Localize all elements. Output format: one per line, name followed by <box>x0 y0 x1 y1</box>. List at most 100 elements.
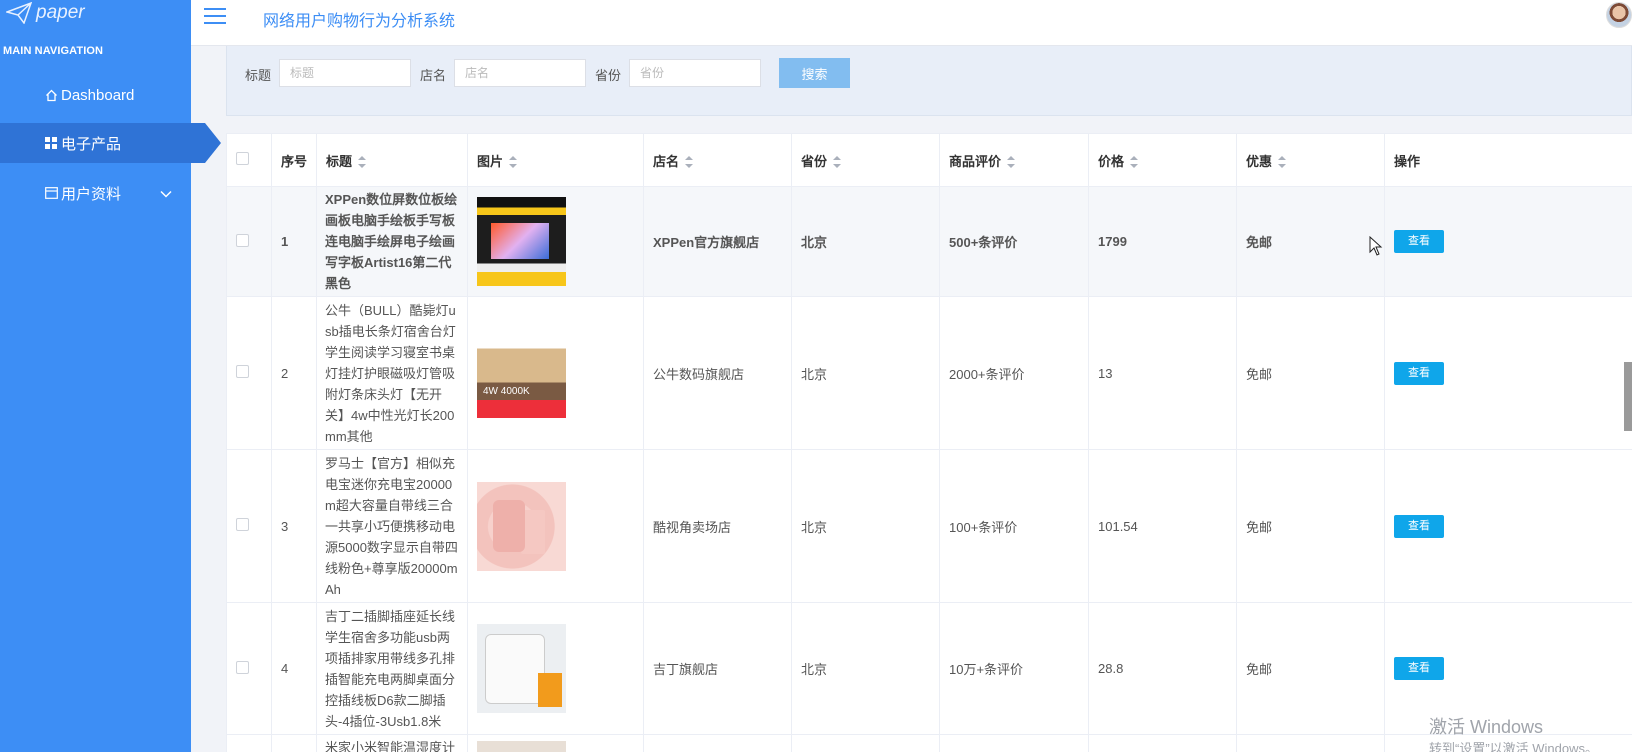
province: 北京 <box>791 449 940 603</box>
title-filter-label: 标题 <box>245 68 272 83</box>
nav-header: MAIN NAVIGATION <box>3 45 104 57</box>
view-button[interactable]: 查看 <box>1394 230 1444 253</box>
search-button[interactable]: 搜索 <box>779 58 850 88</box>
product-title: 公牛（BULL）酷毙灯usb插电长条灯宿舍台灯学生阅读学习寝室书桌灯挂灯护眼磁吸… <box>316 296 468 450</box>
column-header-price[interactable]: 价格 <box>1088 133 1237 187</box>
shop-name: 吉丁旗舰店 <box>643 602 792 735</box>
product-image <box>477 624 566 713</box>
product-image <box>477 481 566 571</box>
select-all-checkbox[interactable] <box>236 152 249 165</box>
chevron-down-icon <box>160 185 172 202</box>
table-row[interactable]: 4 吉丁二插脚插座延长线学生宿舍多功能usb两项插排家用带线多孔排插智能充电两脚… <box>226 602 1632 735</box>
product-title: 罗马士【官方】相似充电宝迷你充电宝20000m超大容量自带线三合一共享小巧便携移… <box>316 449 468 603</box>
sort-icon[interactable] <box>358 156 367 169</box>
column-header-shop[interactable]: 店名 <box>643 133 792 187</box>
province: 北京 <box>791 602 940 735</box>
row-number: 3 <box>271 449 317 603</box>
paper-plane-icon <box>6 2 32 24</box>
row-number: 4 <box>271 602 317 735</box>
discount: 免邮 <box>1236 296 1385 450</box>
province-filter-input[interactable] <box>629 59 761 87</box>
row-checkbox[interactable] <box>236 365 249 378</box>
sidebar-item-user-profile[interactable]: 用户资料 <box>0 173 191 213</box>
sort-icon[interactable] <box>833 156 842 169</box>
row-checkbox[interactable] <box>236 660 249 674</box>
price: 1799 <box>1088 186 1237 297</box>
mouse-cursor-icon <box>1369 236 1383 256</box>
sidebar: paper MAIN NAVIGATION Dashboard 电子产品 用户资… <box>0 0 221 752</box>
review-count <box>939 734 1089 752</box>
card-icon <box>44 186 58 200</box>
price: 28.8 <box>1088 602 1237 735</box>
province-filter-label: 省份 <box>595 68 622 83</box>
home-icon <box>44 88 58 102</box>
sidebar-item-label: 电子产品 <box>61 135 122 153</box>
table-row[interactable]: 3 罗马士【官方】相似充电宝迷你充电宝20000m超大容量自带线三合一共享小巧便… <box>226 449 1632 603</box>
province: 北京 <box>791 186 940 297</box>
product-image <box>477 328 566 418</box>
province <box>791 734 940 752</box>
product-image <box>477 197 566 286</box>
sort-icon[interactable] <box>685 156 694 169</box>
top-header: 网络用户购物行为分析系统 <box>191 0 1632 46</box>
column-header-no: 序号 <box>271 133 317 187</box>
view-button[interactable]: 查看 <box>1394 514 1444 538</box>
sidebar-item-electronics[interactable]: 电子产品 <box>0 123 221 163</box>
view-button[interactable]: 查看 <box>1394 361 1444 385</box>
review-count: 10万+条评价 <box>939 602 1089 735</box>
column-header-province[interactable]: 省份 <box>791 133 940 187</box>
product-table: 序号 标题 图片 店名 省份 商品评价 价格 优惠 操作 1 XPPen数位屏数… <box>226 133 1632 752</box>
product-title: XPPen数位屏数位板绘画板电脑手绘板手写板连电脑手绘屏电子绘画写字板Artis… <box>316 186 468 297</box>
table-row[interactable]: 1 XPPen数位屏数位板绘画板电脑手绘板手写板连电脑手绘屏电子绘画写字板Art… <box>226 186 1632 297</box>
column-header-title[interactable]: 标题 <box>316 133 468 187</box>
row-checkbox[interactable] <box>236 233 249 247</box>
sort-icon[interactable] <box>1278 156 1287 169</box>
menu-toggle-icon[interactable] <box>204 8 226 24</box>
app-logo[interactable]: paper <box>6 0 85 26</box>
grid-icon <box>44 136 58 150</box>
table-row[interactable]: 米家小米智能温湿度计3 <box>226 734 1632 752</box>
table-header-row: 序号 标题 图片 店名 省份 商品评价 价格 优惠 操作 <box>226 133 1632 187</box>
page-title: 网络用户购物行为分析系统 <box>263 13 456 30</box>
discount: 免邮 <box>1236 186 1385 297</box>
sort-icon[interactable] <box>1007 156 1016 169</box>
price: 101.54 <box>1088 449 1237 603</box>
product-image <box>477 741 566 752</box>
avatar[interactable] <box>1606 2 1632 28</box>
row-number: 2 <box>271 296 317 450</box>
review-count: 100+条评价 <box>939 449 1089 603</box>
column-header-reviews[interactable]: 商品评价 <box>939 133 1089 187</box>
product-title: 吉丁二插脚插座延长线学生宿舍多功能usb两项插排家用带线多孔排插智能充电两脚桌面… <box>316 602 468 735</box>
discount: 免邮 <box>1236 449 1385 603</box>
province: 北京 <box>791 296 940 450</box>
shop-name <box>643 734 792 752</box>
row-number: 1 <box>271 186 317 297</box>
title-filter-input[interactable] <box>279 59 411 87</box>
shop-name: 酷视角卖场店 <box>643 449 792 603</box>
discount <box>1236 734 1385 752</box>
search-panel: 标题 店名 省份 搜索 <box>226 46 1632 116</box>
select-all-cell <box>226 133 272 187</box>
sidebar-item-label: Dashboard <box>61 86 135 104</box>
shop-name: XPPen官方旗舰店 <box>643 186 792 297</box>
shop-filter-label: 店名 <box>420 68 447 83</box>
sort-icon[interactable] <box>509 156 518 169</box>
review-count: 500+条评价 <box>939 186 1089 297</box>
shop-filter-input[interactable] <box>454 59 586 87</box>
shop-name: 公牛数码旗舰店 <box>643 296 792 450</box>
windows-activation-hint: 转到“设置”以激活 Windows。 <box>1429 741 1599 752</box>
review-count: 2000+条评价 <box>939 296 1089 450</box>
logo-text: paper <box>36 2 85 23</box>
table-row[interactable]: 2 公牛（BULL）酷毙灯usb插电长条灯宿舍台灯学生阅读学习寝室书桌灯挂灯护眼… <box>226 296 1632 450</box>
row-checkbox[interactable] <box>236 518 249 531</box>
price <box>1088 734 1237 752</box>
sidebar-item-label: 用户资料 <box>61 185 122 203</box>
view-button[interactable]: 查看 <box>1394 657 1444 680</box>
scrollbar-thumb[interactable] <box>1624 362 1632 431</box>
column-header-discount[interactable]: 优惠 <box>1236 133 1385 187</box>
column-header-image[interactable]: 图片 <box>467 133 644 187</box>
sidebar-item-dashboard[interactable]: Dashboard <box>0 75 191 115</box>
sort-icon[interactable] <box>1130 156 1139 169</box>
product-title: 米家小米智能温湿度计3 <box>316 734 468 752</box>
row-number <box>271 734 317 752</box>
